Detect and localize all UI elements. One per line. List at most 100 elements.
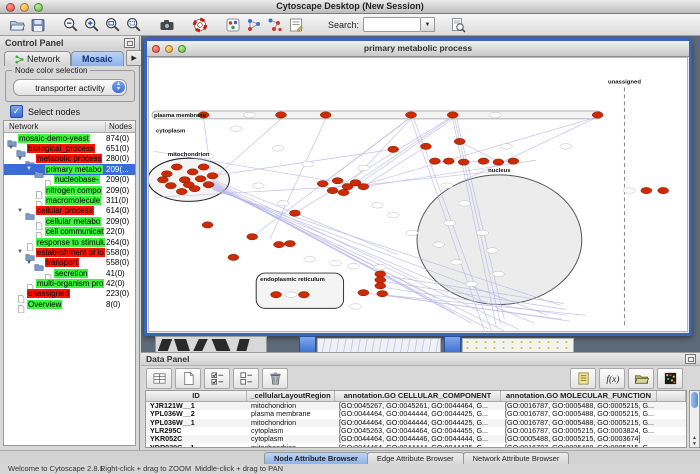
network-label-node[interactable] — [348, 263, 360, 268]
network-label-node[interactable] — [374, 264, 386, 269]
network-node[interactable] — [176, 188, 187, 194]
network-node[interactable] — [420, 143, 431, 149]
network-window-titlebar[interactable]: primary metabolic process — [147, 41, 689, 57]
attribute-table-icon[interactable] — [146, 368, 172, 389]
table-row[interactable]: YJR121W__1mitochondrion[GO:0045267, GO:0… — [146, 402, 686, 410]
tree-row-macromolecule[interactable]: macromolecule311(0) — [4, 195, 135, 205]
network-node[interactable] — [358, 290, 369, 296]
network-node[interactable] — [478, 158, 489, 164]
tree-row-overview[interactable]: Overview8(0) — [4, 299, 135, 309]
network-node[interactable] — [271, 292, 282, 298]
annotation-icon[interactable] — [285, 15, 306, 34]
zoom-fit-icon[interactable] — [102, 15, 123, 34]
tree-row-nitrogen-compo[interactable]: nitrogen compo209(0) — [4, 185, 135, 195]
first-neighbors-icon[interactable] — [243, 15, 264, 34]
network-label-node[interactable] — [466, 281, 478, 286]
float-panel-icon[interactable] — [124, 38, 135, 48]
vizmapper-icon[interactable] — [222, 15, 243, 34]
network-label-node[interactable] — [459, 201, 471, 206]
expander-icon[interactable]: ▼ — [17, 156, 23, 162]
network-node[interactable] — [375, 277, 386, 283]
zoom-in-icon[interactable] — [81, 15, 102, 34]
network-node[interactable] — [228, 254, 239, 260]
expand-network-icon[interactable] — [264, 15, 285, 34]
network-label-node[interactable] — [272, 146, 284, 151]
tree-row-biological-process[interactable]: ▼biological_process651(0) — [4, 143, 135, 153]
network-edge[interactable] — [213, 181, 417, 279]
network-node[interactable] — [202, 222, 213, 228]
more-tabs-button[interactable]: ▶ — [126, 50, 143, 66]
network-node[interactable] — [183, 182, 194, 188]
network-label-node[interactable] — [371, 203, 383, 208]
network-node[interactable] — [447, 112, 458, 118]
help-lifesaver-icon[interactable] — [189, 15, 210, 34]
network-node[interactable] — [207, 173, 218, 179]
network-label-node[interactable] — [243, 112, 255, 117]
network-node[interactable] — [187, 169, 198, 175]
zoom-out-icon[interactable] — [60, 15, 81, 34]
network-edge[interactable] — [457, 117, 598, 184]
network-label-node[interactable] — [387, 212, 399, 217]
tree-row-mosaic-demo-yeast[interactable]: mosaic-demo-yeast874(0) — [4, 133, 135, 143]
select-nodes-checkbox[interactable]: ✓ — [10, 105, 23, 118]
table-row[interactable]: YPL036W__2plasma membrane[GO:0044464, GO… — [146, 410, 686, 418]
tree-row-response-to-stimulu[interactable]: response to stimulu264(0) — [4, 237, 135, 247]
delete-attribute-icon[interactable] — [262, 368, 288, 389]
new-attribute-icon[interactable] — [175, 368, 201, 389]
column-header--cellularlayoutregion[interactable]: _cellularLayoutRegion — [247, 391, 335, 401]
table-row[interactable]: YPL036W__1mitochondrion[GO:0044464, GO:0… — [146, 419, 686, 427]
network-label-node[interactable] — [304, 257, 316, 262]
import-attributes-icon[interactable] — [628, 368, 654, 389]
scrollbar-arrows[interactable]: ▲▼ — [690, 435, 699, 447]
network-node[interactable] — [454, 138, 465, 144]
open-file-icon[interactable] — [6, 15, 27, 34]
network-node[interactable] — [332, 178, 343, 184]
network-label-node[interactable] — [406, 230, 418, 235]
network-node[interactable] — [388, 146, 399, 152]
tree-row-cellular-process[interactable]: ▼cellular process614(0) — [4, 206, 135, 216]
network-node[interactable] — [274, 241, 285, 247]
notepad-icon[interactable] — [570, 368, 596, 389]
network-label-node[interactable] — [477, 230, 489, 235]
network-node[interactable] — [298, 292, 309, 298]
snapshot-camera-icon[interactable] — [156, 15, 177, 34]
network-label-node[interactable] — [285, 292, 297, 297]
network-node[interactable] — [198, 164, 209, 170]
column-header-annotation-go-molecular-function[interactable]: annotation.GO MOLECULAR_FUNCTION — [501, 391, 657, 401]
tree-row-nucleobase-[interactable]: nucleobase-209(0) — [4, 175, 135, 185]
tree-row-primary-metabo[interactable]: ▼primary metabo209(... — [4, 164, 135, 174]
network-label-node[interactable] — [230, 126, 242, 131]
network-label-node[interactable] — [441, 183, 453, 188]
scrollbar-thumb[interactable] — [691, 392, 698, 408]
network-edge[interactable] — [215, 119, 282, 178]
network-node[interactable] — [289, 210, 300, 216]
expander-icon[interactable]: ▼ — [17, 208, 23, 214]
network-label-node[interactable] — [252, 183, 264, 188]
tab-network[interactable]: Network — [4, 51, 71, 66]
network-label-node[interactable] — [489, 112, 501, 117]
network-label-node[interactable] — [350, 304, 362, 309]
network-node[interactable] — [458, 159, 469, 165]
float-panel-icon[interactable] — [685, 354, 696, 364]
network-node[interactable] — [276, 112, 287, 118]
network-node[interactable] — [443, 158, 454, 164]
tree-row-cellular-metabo[interactable]: cellular metabo209(0) — [4, 216, 135, 226]
unselect-attributes-icon[interactable] — [233, 368, 259, 389]
network-node[interactable] — [641, 187, 652, 193]
network-node[interactable] — [171, 164, 182, 170]
network-node[interactable] — [165, 183, 176, 189]
expander-icon[interactable]: ▼ — [26, 260, 32, 266]
table-row[interactable]: YDR039C__1mitochondrion[GO:0044464, GO:0… — [146, 443, 686, 448]
matrix-icon[interactable] — [657, 368, 683, 389]
advanced-search-icon[interactable] — [447, 15, 468, 34]
combo-stepper-icon[interactable]: ▲▼ — [112, 81, 125, 93]
network-node[interactable] — [493, 159, 504, 165]
network-label-node[interactable] — [500, 144, 512, 149]
network-node[interactable] — [406, 112, 417, 118]
network-node[interactable] — [157, 177, 168, 183]
network-node[interactable] — [592, 112, 603, 118]
zoom-selected-icon[interactable] — [123, 15, 144, 34]
tree-row-metabolic-process[interactable]: ▼metabolic process280(0) — [4, 154, 135, 164]
select-attributes-icon[interactable] — [204, 368, 230, 389]
network-node[interactable] — [195, 176, 206, 182]
